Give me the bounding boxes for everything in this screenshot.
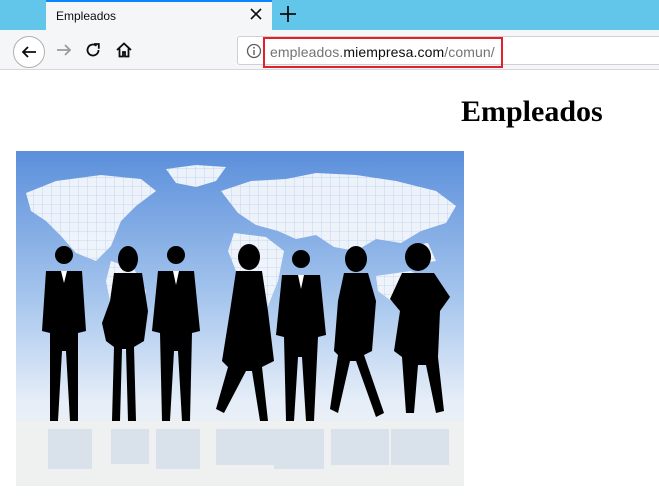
tab-strip: Empleados (0, 0, 659, 31)
plus-icon[interactable] (277, 3, 299, 25)
info-icon[interactable] (246, 43, 262, 59)
reload-button[interactable] (78, 35, 108, 65)
arrow-left-icon (21, 46, 36, 58)
back-button[interactable] (13, 36, 45, 68)
employees-image (16, 151, 464, 486)
home-icon (116, 42, 132, 58)
employees-silhouettes-image (16, 151, 464, 486)
arrow-right-icon (57, 44, 72, 56)
url-path: /comun/ (444, 44, 495, 60)
active-tab[interactable]: Empleados (46, 0, 272, 31)
page-title: Empleados (461, 95, 603, 128)
page-content: Empleados (0, 71, 659, 500)
forward-button[interactable] (49, 35, 79, 65)
home-button[interactable] (109, 35, 139, 65)
url-domain: miempresa.com (343, 44, 445, 60)
close-icon[interactable] (248, 6, 264, 22)
url-domain-prefix: empleados. (270, 44, 344, 60)
tab-title: Empleados (56, 9, 117, 23)
reload-icon (86, 43, 100, 57)
url-text[interactable]: empleados.miempresa.com/comun/ (270, 44, 495, 60)
